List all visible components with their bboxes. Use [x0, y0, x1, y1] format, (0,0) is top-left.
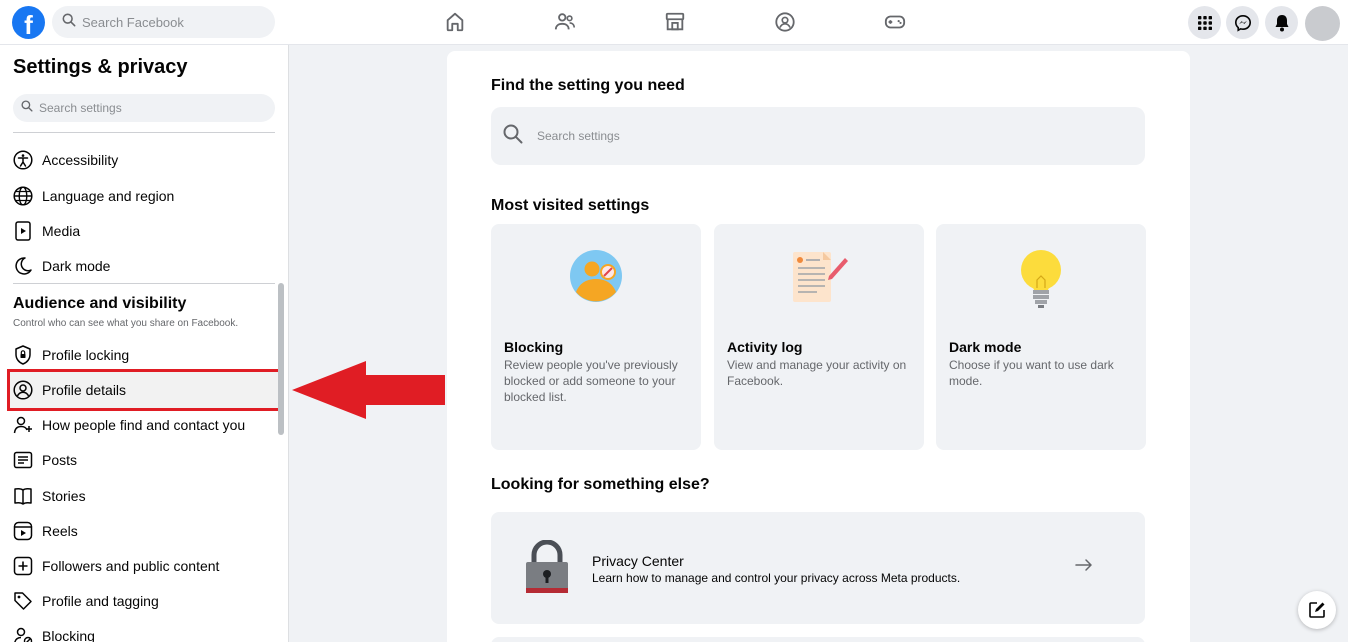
- search-icon: [62, 13, 76, 32]
- sidebar-item-label: Profile locking: [42, 347, 130, 363]
- facebook-search-box[interactable]: [52, 6, 275, 38]
- moon-icon: [12, 255, 34, 277]
- sidebar-item-media[interactable]: Media: [8, 216, 278, 246]
- sidebar-item-label: Stories: [42, 488, 86, 504]
- posts-icon: [12, 449, 34, 471]
- tile-activity-log[interactable]: Activity log View and manage your activi…: [714, 224, 924, 450]
- new-message-icon[interactable]: [1298, 591, 1336, 629]
- sidebar-item-how-people-find-you[interactable]: How people find and contact you: [8, 410, 278, 440]
- sidebar-title: Settings & privacy: [13, 56, 188, 78]
- sidebar-item-label: Media: [42, 223, 81, 239]
- next-settings-card[interactable]: [491, 637, 1145, 642]
- audience-section-subtitle: Control who can see what you share on Fa…: [13, 318, 239, 329]
- sidebar-item-reels[interactable]: Reels: [8, 516, 278, 546]
- gaming-icon[interactable]: [883, 10, 907, 34]
- main-search-input[interactable]: [537, 129, 1097, 143]
- activity-log-illustration: [714, 248, 924, 318]
- main-search-box[interactable]: [491, 107, 1145, 165]
- settings-main-panel: Find the setting you need Most visited s…: [447, 51, 1190, 642]
- privacy-center-title: Privacy Center: [592, 553, 684, 569]
- search-icon: [503, 124, 523, 149]
- friends-icon[interactable]: [553, 10, 577, 34]
- privacy-center-description: Learn how to manage and control your pri…: [592, 571, 961, 585]
- tile-description: View and manage your activity on Faceboo…: [727, 358, 907, 388]
- sidebar-item-label: How people find and contact you: [42, 417, 246, 433]
- marketplace-icon[interactable]: [663, 10, 687, 34]
- arrow-right-icon: [1075, 558, 1093, 577]
- audience-section-heading: Audience and visibility: [13, 295, 187, 312]
- groups-icon[interactable]: [773, 10, 797, 34]
- sidebar-item-label: Posts: [42, 452, 78, 468]
- tile-title: Blocking: [504, 339, 564, 355]
- accessibility-icon: [12, 149, 34, 171]
- sidebar-item-label: Dark mode: [42, 258, 111, 274]
- red-arrow-annotation: [290, 359, 446, 426]
- looking-heading: Looking for something else?: [491, 476, 710, 493]
- sidebar-item-profile-and-tagging[interactable]: Profile and tagging: [8, 586, 278, 616]
- sidebar-item-profile-locking[interactable]: Profile locking: [8, 340, 278, 370]
- sidebar-item-label: Profile and tagging: [42, 593, 159, 609]
- book-icon: [12, 485, 34, 507]
- top-navigation-bar: f: [0, 0, 1348, 45]
- block-person-icon: [12, 625, 34, 642]
- sidebar-item-accessibility[interactable]: Accessibility: [8, 145, 278, 175]
- tag-icon: [12, 590, 34, 612]
- blocking-illustration: [491, 248, 701, 318]
- notifications-icon[interactable]: [1265, 6, 1298, 39]
- sidebar-item-blocking[interactable]: Blocking: [8, 621, 278, 642]
- sidebar-scrollbar[interactable]: [278, 283, 284, 435]
- profile-circle-icon: [12, 379, 34, 401]
- padlock-icon: [524, 539, 570, 601]
- tile-description: Review people you've previously blocked …: [504, 358, 678, 404]
- person-add-icon: [12, 414, 34, 436]
- find-setting-heading: Find the setting you need: [491, 77, 685, 94]
- tile-description: Choose if you want to use dark mode.: [949, 358, 1114, 388]
- account-avatar[interactable]: [1305, 6, 1340, 41]
- sidebar-item-profile-details[interactable]: Profile details: [8, 375, 278, 405]
- settings-sidebar: Settings & privacy Accessibility Languag…: [0, 45, 289, 642]
- globe-icon: [12, 185, 34, 207]
- plus-square-icon: [12, 555, 34, 577]
- sidebar-search-box[interactable]: [13, 94, 275, 122]
- sidebar-item-label: Accessibility: [42, 152, 119, 168]
- shield-icon: [12, 344, 34, 366]
- search-icon: [21, 99, 33, 117]
- messenger-icon[interactable]: [1226, 6, 1259, 39]
- sidebar-item-stories[interactable]: Stories: [8, 481, 278, 511]
- media-icon: [12, 220, 34, 242]
- tile-title: Activity log: [727, 339, 803, 355]
- sidebar-item-label: Blocking: [42, 628, 95, 642]
- home-icon[interactable]: [443, 10, 467, 34]
- sidebar-item-label: Profile details: [42, 382, 127, 398]
- divider: [13, 283, 275, 284]
- sidebar-search-input[interactable]: [39, 101, 259, 115]
- most-visited-heading: Most visited settings: [491, 197, 650, 214]
- privacy-center-card[interactable]: Privacy Center Learn how to manage and c…: [491, 512, 1145, 624]
- sidebar-item-followers[interactable]: Followers and public content: [8, 551, 278, 581]
- tile-blocking[interactable]: Blocking Review people you've previously…: [491, 224, 701, 450]
- tile-dark-mode[interactable]: Dark mode Choose if you want to use dark…: [936, 224, 1146, 450]
- lightbulb-illustration: [936, 248, 1146, 318]
- facebook-logo[interactable]: f: [12, 6, 45, 39]
- sidebar-item-label: Followers and public content: [42, 558, 220, 574]
- menu-grid-icon[interactable]: [1188, 6, 1221, 39]
- sidebar-item-dark-mode[interactable]: Dark mode: [8, 251, 278, 281]
- tile-title: Dark mode: [949, 339, 1022, 355]
- divider: [13, 132, 275, 133]
- reels-icon: [12, 520, 34, 542]
- sidebar-item-language-and-region[interactable]: Language and region: [8, 181, 278, 211]
- sidebar-item-posts[interactable]: Posts: [8, 445, 278, 475]
- sidebar-item-label: Reels: [42, 523, 78, 539]
- facebook-search-input[interactable]: [82, 14, 262, 30]
- sidebar-item-label: Language and region: [42, 188, 175, 204]
